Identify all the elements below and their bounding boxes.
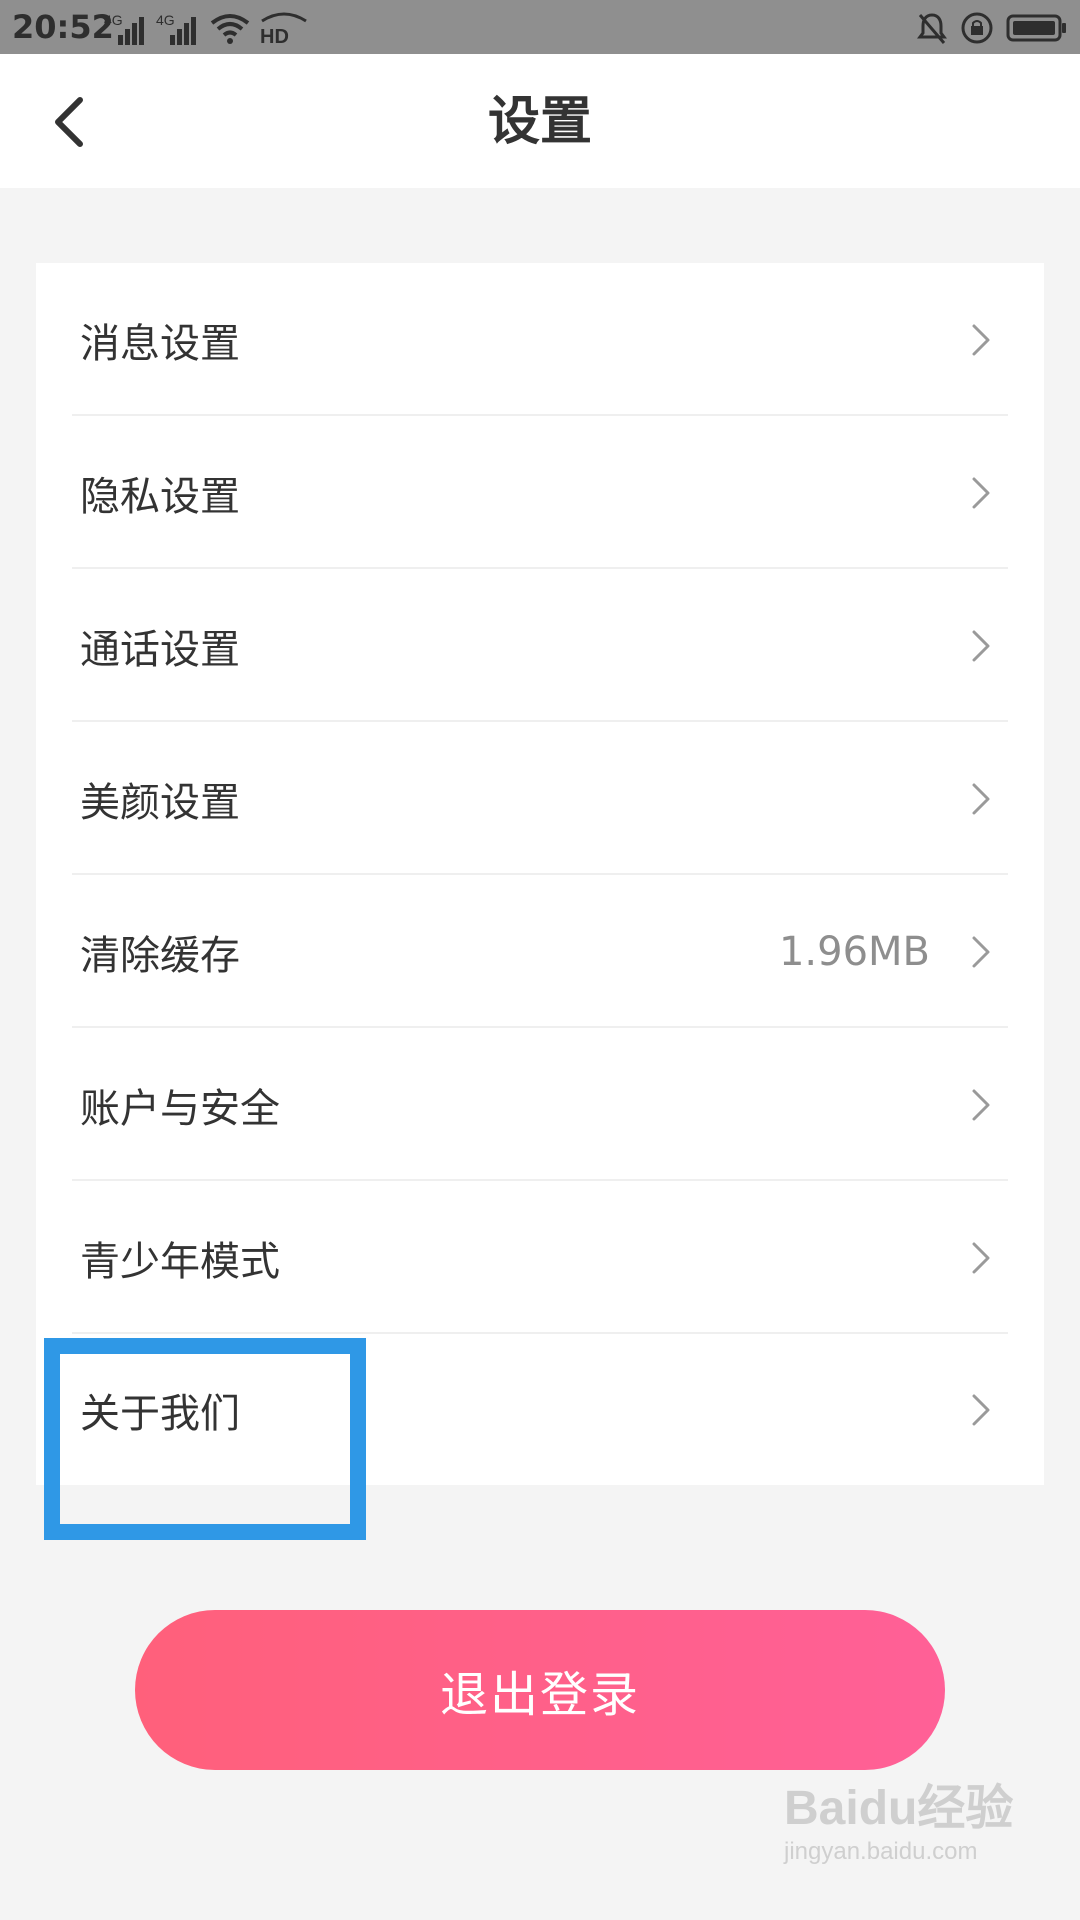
row-label: 青少年模式 [80, 1238, 280, 1285]
settings-row-clear-cache[interactable]: 清除缓存 1.96MB [36, 875, 1044, 1028]
status-right-icons [916, 8, 1068, 48]
status-time: 20:52 [12, 8, 114, 46]
chevron-right-icon [972, 1394, 990, 1425]
bell-off-icon [917, 13, 947, 44]
status-bar: 20:52 4G 4G HD [0, 0, 1080, 54]
settings-row-call[interactable]: 通话设置 [36, 569, 1044, 722]
cache-size: 1.96MB [778, 928, 930, 975]
row-label: 关于我们 [80, 1390, 240, 1437]
watermark: Baidu经验 jingyan.baidu.com [784, 1768, 1024, 1888]
chevron-right-icon [972, 1242, 990, 1273]
chevron-right-icon [972, 783, 990, 814]
chevron-right-icon [972, 477, 990, 508]
settings-row-teen-mode[interactable]: 青少年模式 [36, 1181, 1044, 1334]
4g-signal-icon: 4G [104, 12, 144, 45]
svg-text:4G: 4G [156, 12, 175, 28]
status-left-icons: 4G 4G HD [104, 8, 308, 48]
chevron-right-icon [972, 630, 990, 661]
watermark-logo: Baidu经验 [784, 1782, 1014, 1835]
wifi-icon [210, 14, 250, 44]
4g-signal-icon: 4G [156, 12, 196, 45]
row-label: 清除缓存 [80, 932, 240, 979]
svg-text:4G: 4G [104, 12, 123, 28]
watermark-url: jingyan.baidu.com [784, 1838, 978, 1865]
page-title: 设置 [487, 92, 592, 152]
settings-list: 消息设置 隐私设置 通话设置 美颜设置 清除缓存 1.96MB 账户与安全 青少… [36, 263, 1044, 1485]
settings-row-privacy[interactable]: 隐私设置 [36, 416, 1044, 569]
header: 设置 [0, 54, 1080, 188]
logout-button[interactable]: 退出登录 [135, 1610, 945, 1770]
settings-row-message[interactable]: 消息设置 [36, 263, 1044, 416]
chevron-right-icon [972, 1089, 990, 1120]
settings-row-account-security[interactable]: 账户与安全 [36, 1028, 1044, 1181]
logout-label: 退出登录 [439, 1667, 640, 1723]
settings-row-about-us[interactable]: 关于我们 [36, 1334, 1044, 1485]
chevron-right-icon [972, 324, 990, 355]
row-label: 隐私设置 [80, 473, 240, 520]
rotation-lock-icon [961, 12, 993, 44]
hd-icon: HD [260, 12, 307, 45]
settings-row-beauty[interactable]: 美颜设置 [36, 722, 1044, 875]
chevron-right-icon [972, 936, 990, 967]
row-label: 美颜设置 [80, 779, 240, 826]
svg-text:HD: HD [260, 26, 289, 45]
row-label: 账户与安全 [80, 1085, 280, 1132]
row-label: 通话设置 [80, 626, 240, 673]
battery-icon [1006, 14, 1066, 42]
row-label: 消息设置 [80, 320, 240, 367]
